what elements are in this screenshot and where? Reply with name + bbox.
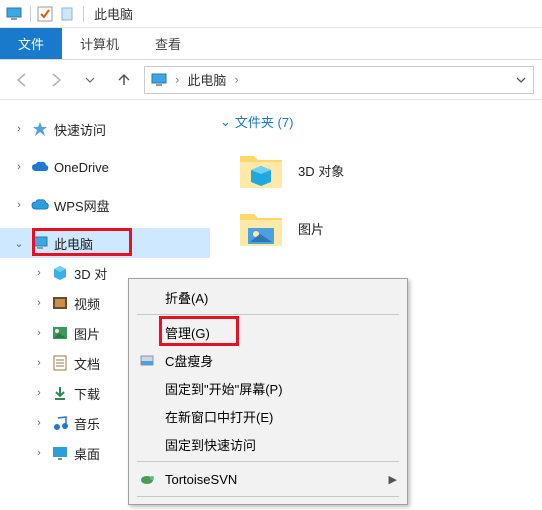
cloud-icon: [30, 195, 50, 215]
pc-icon: [30, 233, 50, 253]
ctx-collapse[interactable]: 折叠(A): [131, 283, 405, 311]
ribbon-tabs: 文件 计算机 查看: [0, 28, 542, 60]
tree-onedrive[interactable]: › OneDrive: [0, 152, 210, 182]
expand-icon[interactable]: ›: [12, 161, 26, 173]
folder-icon: [238, 205, 284, 251]
chevron-right-icon[interactable]: ›: [175, 72, 179, 87]
folders-section-header[interactable]: ⌄ 文件夹 (7): [220, 112, 542, 131]
pc-icon: [151, 73, 167, 87]
ctx-label: 管理(G): [165, 323, 210, 342]
breadcrumb-root[interactable]: 此电脑: [187, 70, 226, 89]
qat-dropdown-icon[interactable]: [57, 4, 77, 24]
cube-icon: [50, 263, 70, 283]
tree-label: 视频: [74, 294, 100, 313]
download-icon: [50, 383, 70, 403]
tab-computer-label: 计算机: [80, 34, 119, 53]
tree-label: 桌面: [74, 444, 100, 463]
tree-label: OneDrive: [54, 160, 109, 175]
collapse-icon[interactable]: ⌄: [12, 237, 26, 250]
picture-icon: [50, 323, 70, 343]
ctx-label: TortoiseSVN: [165, 472, 237, 487]
blank-icon: [137, 434, 157, 454]
title-bar: 此电脑: [0, 0, 542, 28]
ctx-pin-start[interactable]: 固定到"开始"屏幕(P): [131, 374, 405, 402]
tab-file[interactable]: 文件: [0, 28, 62, 59]
recent-dropdown[interactable]: [76, 66, 104, 94]
desktop-icon: [50, 443, 70, 463]
expand-icon[interactable]: ›: [32, 357, 46, 369]
tortoise-icon: [137, 469, 157, 489]
document-icon: [50, 353, 70, 373]
tree-this-pc[interactable]: ⌄ 此电脑: [0, 228, 210, 258]
disk-icon: [137, 350, 157, 370]
film-icon: [50, 293, 70, 313]
address-bar[interactable]: › 此电脑 ›: [144, 66, 534, 94]
blank-icon: [137, 406, 157, 426]
ctx-new-window[interactable]: 在新窗口中打开(E): [131, 402, 405, 430]
pc-icon: [4, 4, 24, 24]
expand-icon[interactable]: ›: [32, 327, 46, 339]
music-icon: [50, 413, 70, 433]
section-label: 文件夹 (7): [235, 112, 294, 131]
expand-icon[interactable]: ›: [32, 387, 46, 399]
back-button[interactable]: [8, 66, 36, 94]
expand-icon[interactable]: ›: [32, 447, 46, 459]
nav-bar: › 此电脑 ›: [0, 60, 542, 100]
tree-label: 3D 对: [74, 264, 107, 283]
tree-quick-access[interactable]: › 快速访问: [0, 114, 210, 144]
expand-icon[interactable]: ›: [32, 297, 46, 309]
tree-label: WPS网盘: [54, 196, 110, 215]
chevron-down-icon: ⌄: [220, 114, 231, 130]
tab-file-label: 文件: [18, 34, 44, 53]
tab-view-label: 查看: [155, 34, 181, 53]
ctx-label: 固定到"开始"屏幕(P): [165, 379, 283, 398]
separator: [137, 496, 399, 497]
ctx-pin-quick[interactable]: 固定到快速访问: [131, 430, 405, 458]
ctx-tortoise-svn[interactable]: TortoiseSVN ▶: [131, 465, 405, 493]
dropdown-icon[interactable]: [515, 74, 527, 86]
tree-label: 文档: [74, 354, 100, 373]
chevron-right-icon[interactable]: ›: [234, 72, 238, 87]
star-icon: [30, 119, 50, 139]
expand-icon[interactable]: ›: [12, 123, 26, 135]
ctx-c-slim[interactable]: C盘瘦身: [131, 346, 405, 374]
folder-label: 图片: [298, 219, 324, 238]
tree-label: 此电脑: [54, 234, 93, 253]
window-title: 此电脑: [94, 4, 133, 23]
folder-pictures[interactable]: 图片: [238, 199, 542, 257]
tree-label: 下载: [74, 384, 100, 403]
separator: [137, 461, 399, 462]
folder-3d-objects[interactable]: 3D 对象: [238, 141, 542, 199]
tree-wps[interactable]: › WPS网盘: [0, 190, 210, 220]
folder-label: 3D 对象: [298, 161, 344, 180]
separator: [137, 314, 399, 315]
up-button[interactable]: [110, 66, 138, 94]
tab-view[interactable]: 查看: [137, 28, 199, 59]
ctx-manage[interactable]: 管理(G): [131, 318, 405, 346]
submenu-arrow-icon: ▶: [389, 473, 397, 486]
forward-button[interactable]: [42, 66, 70, 94]
expand-icon[interactable]: ›: [32, 417, 46, 429]
separator: [30, 6, 31, 22]
checkbox-icon[interactable]: [35, 4, 55, 24]
expand-icon[interactable]: ›: [32, 267, 46, 279]
tree-label: 音乐: [74, 414, 100, 433]
blank-icon: [137, 378, 157, 398]
ctx-label: 固定到快速访问: [165, 435, 256, 454]
expand-icon[interactable]: ›: [12, 199, 26, 211]
blank-icon: [137, 287, 157, 307]
blank-icon: [137, 322, 157, 342]
folder-icon: [238, 147, 284, 193]
ctx-label: 折叠(A): [165, 288, 208, 307]
context-menu: 折叠(A) 管理(G) C盘瘦身 固定到"开始"屏幕(P) 在新窗口中打开(E)…: [128, 278, 408, 505]
ctx-label: 在新窗口中打开(E): [165, 407, 273, 426]
tree-label: 图片: [74, 324, 100, 343]
tree-label: 快速访问: [54, 120, 106, 139]
cloud-icon: [30, 157, 50, 177]
separator: [83, 6, 84, 22]
tab-computer[interactable]: 计算机: [62, 28, 137, 59]
ctx-label: C盘瘦身: [165, 351, 213, 370]
